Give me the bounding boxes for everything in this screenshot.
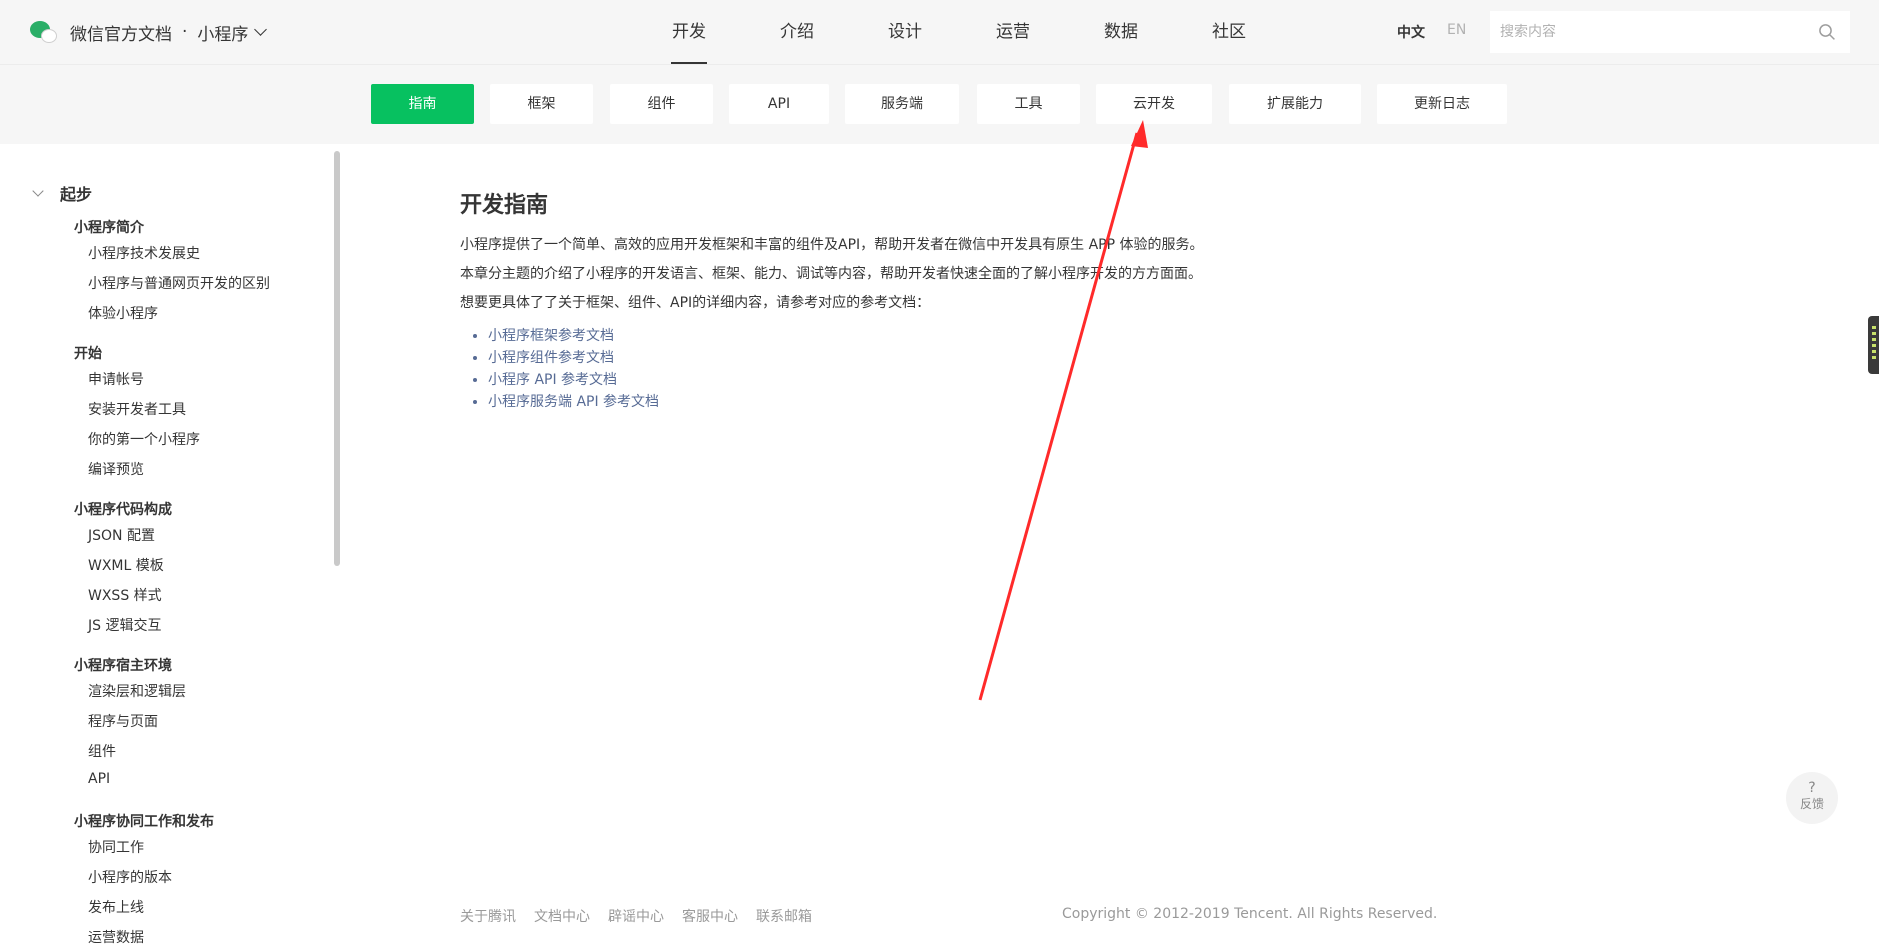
lang-english[interactable]: EN [1447,22,1466,38]
nav-item-community[interactable]: 社区 [1175,0,1283,64]
search-box [1490,11,1850,53]
sidebar-item-preview[interactable]: 编译预览 [88,459,144,479]
chapter-paragraph: 本章分主题的介绍了小程序的开发语言、框架、能力、调试等内容，帮助开发者快速全面的… [460,266,1202,282]
sidebar-item-wxss[interactable]: WXSS 样式 [88,585,162,605]
sidebar-item-js[interactable]: JS 逻辑交互 [88,615,161,635]
tab-changelog[interactable]: 更新日志 [1377,84,1507,124]
feedback-button[interactable]: ? 反馈 [1786,772,1838,824]
sidebar-item-install-tools[interactable]: 安装开发者工具 [88,399,186,419]
feedback-label: 反馈 [1799,797,1824,811]
sidebar-item-versions[interactable]: 小程序的版本 [88,867,172,887]
lang-chinese[interactable]: 中文 [1397,22,1425,42]
footer-rumor-center[interactable]: 辟谣中心 [608,906,664,926]
sidebar-item-first-app[interactable]: 你的第一个小程序 [88,429,200,449]
page-title: 开发指南 [460,193,549,218]
tab-cloud[interactable]: 云开发 [1096,84,1212,124]
copyright: Copyright © 2012-2019 Tencent. All Right… [1062,906,1438,922]
search-input[interactable] [1490,11,1810,53]
link-server-api-docs[interactable]: 小程序服务端 API 参考文档 [488,394,659,410]
footer-service-center[interactable]: 客服中心 [682,906,738,926]
sidebar-group-collab[interactable]: 小程序协同工作和发布 [74,811,214,831]
tab-server[interactable]: 服务端 [845,84,959,124]
list-item: 小程序 API 参考文档 [488,369,659,391]
link-api-docs[interactable]: 小程序 API 参考文档 [488,372,617,388]
sidebar-item-tech-history[interactable]: 小程序技术发展史 [88,243,200,263]
tab-guide[interactable]: 指南 [371,84,474,124]
nav-item-develop[interactable]: 开发 [635,0,743,64]
brand[interactable]: 微信官方文档 · 小程序 [28,18,268,46]
footer-about-tencent[interactable]: 关于腾讯 [460,906,516,926]
main-nav: 开发 介绍 设计 运营 数据 社区 [635,0,1283,64]
side-panel-handle[interactable] [1868,316,1879,374]
sidebar-item-collab[interactable]: 协同工作 [88,837,144,857]
link-component-docs[interactable]: 小程序组件参考文档 [488,350,614,366]
list-item: 小程序框架参考文档 [488,325,659,347]
list-item: 小程序服务端 API 参考文档 [488,391,659,413]
list-item: 小程序组件参考文档 [488,347,659,369]
sidebar-item-app-page[interactable]: 程序与页面 [88,711,158,731]
brand-separator: · [182,22,188,42]
sidebar-item-experience[interactable]: 体验小程序 [88,303,158,323]
sidebar-group-start[interactable]: 开始 [74,343,102,363]
wechat-logo-icon [28,18,60,46]
sub-tab-bar: 指南 框架 组件 API 服务端 工具 云开发 扩展能力 更新日志 [0,65,1879,144]
search-icon[interactable] [1818,23,1836,41]
chevron-down-icon[interactable] [254,23,268,36]
sidebar-group-intro[interactable]: 小程序简介 [74,217,144,237]
footer-docs-center[interactable]: 文档中心 [534,906,590,926]
question-icon: ? [1808,780,1816,796]
sidebar-item-wxml[interactable]: WXML 模板 [88,555,164,575]
tab-framework[interactable]: 框架 [490,84,593,124]
link-framework-docs[interactable]: 小程序框架参考文档 [488,328,614,344]
sidebar-item-json[interactable]: JSON 配置 [88,525,155,545]
sidebar-scrollbar[interactable] [334,151,340,566]
sidebar-item-api[interactable]: API [88,771,110,787]
sidebar-item-vs-web[interactable]: 小程序与普通网页开发的区别 [88,273,270,293]
sidebar-section-getting-started[interactable]: 起步 [60,181,92,205]
sidebar-group-host[interactable]: 小程序宿主环境 [74,655,172,675]
tab-extensions[interactable]: 扩展能力 [1229,84,1361,124]
sidebar-item-register[interactable]: 申请帐号 [88,369,144,389]
sidebar-group-code[interactable]: 小程序代码构成 [74,499,172,519]
nav-item-operation[interactable]: 运营 [959,0,1067,64]
footer-contact-email[interactable]: 联系邮箱 [756,906,812,926]
sidebar-item-render-logic[interactable]: 渲染层和逻辑层 [88,681,186,701]
sidebar-item-component[interactable]: 组件 [88,741,116,761]
sidebar-item-ops-data[interactable]: 运营数据 [88,927,144,947]
tab-api[interactable]: API [729,84,829,124]
product-switcher[interactable]: 小程序 [197,20,248,45]
top-header: 微信官方文档 · 小程序 开发 介绍 设计 运营 数据 社区 中文 EN [0,0,1879,65]
reference-paragraph: 想要更具体了了关于框架、组件、API的详细内容，请参考对应的参考文档： [460,295,931,311]
intro-paragraph: 小程序提供了一个简单、高效的应用开发框架和丰富的组件及API，帮助开发者在微信中… [460,237,1204,253]
tab-tools[interactable]: 工具 [977,84,1080,124]
tab-components[interactable]: 组件 [610,84,713,124]
sidebar-item-release[interactable]: 发布上线 [88,897,144,917]
nav-item-data[interactable]: 数据 [1067,0,1175,64]
brand-title[interactable]: 微信官方文档 [70,20,172,45]
reference-links: 小程序框架参考文档 小程序组件参考文档 小程序 API 参考文档 小程序服务端 … [470,325,659,413]
nav-item-intro[interactable]: 介绍 [743,0,851,64]
nav-item-design[interactable]: 设计 [851,0,959,64]
